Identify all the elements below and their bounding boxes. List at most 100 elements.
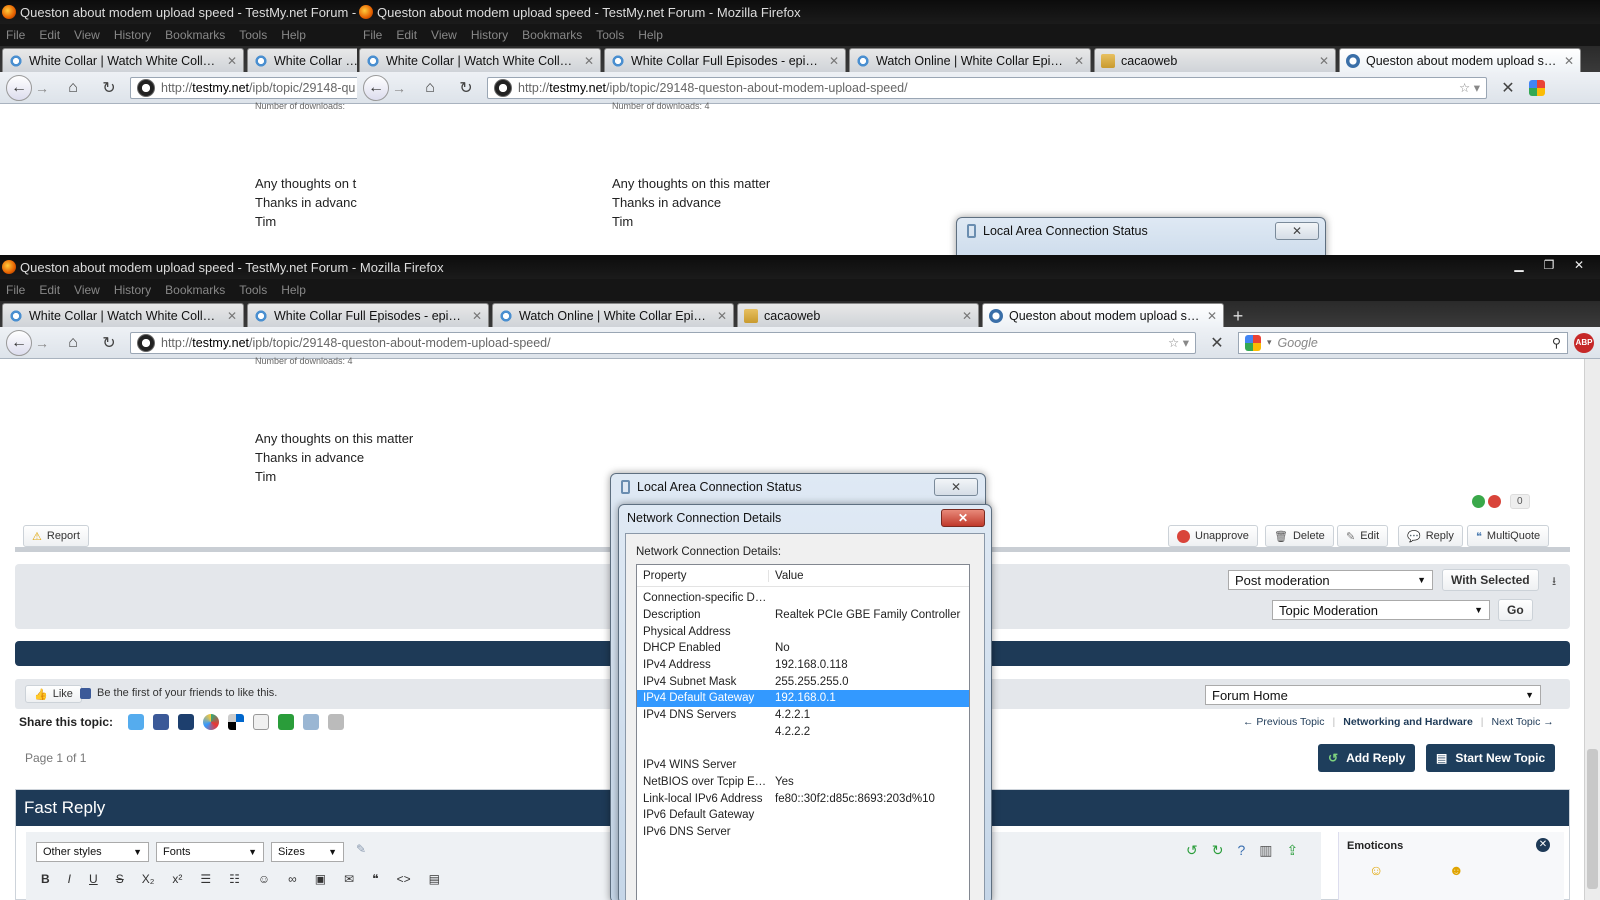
- details-row[interactable]: Physical Address: [637, 623, 969, 640]
- tab[interactable]: White Collar Full: [247, 48, 367, 72]
- bullet-list-icon[interactable]: ☰: [200, 872, 211, 886]
- menu-history[interactable]: History: [114, 28, 151, 42]
- menu-history[interactable]: History: [114, 283, 151, 297]
- close-icon[interactable]: ✕: [962, 309, 972, 323]
- details-row[interactable]: IPv4 Subnet Mask 255.255.255.0: [637, 673, 969, 690]
- smiley-icon[interactable]: ☺: [1369, 862, 1383, 878]
- tab[interactable]: Watch Online | White Collar Episodes... …: [849, 48, 1091, 72]
- tab[interactable]: cacaoweb ✕: [1094, 48, 1336, 72]
- underline-icon[interactable]: U: [89, 872, 98, 886]
- details-row[interactable]: NetBIOS over Tcpip En... Yes: [637, 774, 969, 791]
- redo-icon[interactable]: ↻: [1212, 842, 1224, 859]
- close-icon[interactable]: ✕: [1536, 838, 1550, 852]
- menu-help[interactable]: Help: [281, 283, 306, 297]
- facebook-icon[interactable]: [153, 714, 170, 730]
- menu-history[interactable]: History: [471, 28, 508, 42]
- stop-button[interactable]: ✕: [1493, 76, 1523, 100]
- home-button[interactable]: ⌂: [415, 76, 445, 100]
- undo-icon[interactable]: ↺: [1186, 842, 1198, 859]
- column-value[interactable]: Value: [769, 570, 804, 582]
- like-button[interactable]: 👍 Like: [25, 685, 82, 703]
- tab-active[interactable]: Queston about modem upload spee... ✕: [1339, 48, 1581, 72]
- details-row[interactable]: IPv6 Default Gateway: [637, 807, 969, 824]
- forum-jump-select[interactable]: Forum Home ▼: [1205, 685, 1541, 705]
- adblock-icon[interactable]: ABP: [1574, 332, 1594, 353]
- reload-button[interactable]: ↻: [94, 331, 124, 355]
- add-reply-button[interactable]: ↺ Add Reply: [1318, 744, 1416, 772]
- menu-bookmarks[interactable]: Bookmarks: [165, 28, 225, 42]
- menu-tools[interactable]: Tools: [596, 28, 624, 42]
- menu-view[interactable]: View: [74, 28, 100, 42]
- menu-help[interactable]: Help: [281, 28, 306, 42]
- delete-button[interactable]: 🗑 Delete: [1265, 525, 1334, 547]
- go-button[interactable]: Go: [1498, 599, 1533, 621]
- search-bar[interactable]: ▾ Google ⚲: [1238, 331, 1568, 354]
- stop-button[interactable]: ✕: [1202, 331, 1232, 355]
- bold-icon[interactable]: B: [41, 872, 50, 886]
- twitter-icon[interactable]: [128, 714, 145, 730]
- back-button[interactable]: ←: [6, 329, 32, 356]
- subscript-icon[interactable]: X₂: [142, 872, 155, 886]
- menu-view[interactable]: View: [431, 28, 457, 42]
- details-row[interactable]: IPv4 Address 192.168.0.118: [637, 657, 969, 674]
- topic-moderation-select[interactable]: Topic Moderation ▼: [1272, 600, 1490, 620]
- tab[interactable]: White Collar | Watch White Collar onl...…: [2, 48, 244, 72]
- styles-select[interactable]: Other styles ▼: [36, 842, 149, 862]
- details-row[interactable]: 4.2.2.2: [637, 724, 969, 741]
- with-selected-button[interactable]: With Selected: [1442, 569, 1539, 591]
- details-row[interactable]: IPv6 DNS Server: [637, 824, 969, 841]
- media-icon[interactable]: ▤: [429, 872, 440, 886]
- fonts-select[interactable]: Fonts ▼: [156, 842, 264, 862]
- print-icon[interactable]: [303, 714, 320, 730]
- tab[interactable]: White Collar Full Episodes - episode ...…: [247, 303, 489, 327]
- next-topic-link[interactable]: Next Topic →: [1492, 716, 1554, 728]
- details-row[interactable]: Link-local IPv6 Address fe80::30f2:d85c:8…: [637, 790, 969, 807]
- italic-icon[interactable]: I: [68, 872, 71, 886]
- toggle-editor-icon[interactable]: ⇪: [1287, 842, 1299, 859]
- menu-tools[interactable]: Tools: [239, 28, 267, 42]
- remove-format-icon[interactable]: ✎: [356, 842, 366, 856]
- close-icon[interactable]: ✕: [1564, 54, 1574, 68]
- minimize-icon[interactable]: ▁: [1508, 258, 1530, 274]
- email-icon[interactable]: ✉: [344, 872, 354, 886]
- tab[interactable]: Watch Online | White Collar Episodes... …: [492, 303, 734, 327]
- menu-bookmarks[interactable]: Bookmarks: [522, 28, 582, 42]
- menu-edit[interactable]: Edit: [39, 28, 60, 42]
- reply-button[interactable]: 💬 Reply: [1398, 525, 1463, 547]
- unapprove-button[interactable]: Unapprove: [1168, 525, 1258, 547]
- superscript-icon[interactable]: x²: [172, 872, 182, 886]
- close-button[interactable]: ✕: [934, 478, 978, 496]
- menu-file[interactable]: File: [363, 28, 382, 42]
- reddit-icon[interactable]: [253, 714, 270, 730]
- close-icon[interactable]: ✕: [1207, 309, 1217, 323]
- close-icon[interactable]: ✕: [1074, 54, 1084, 68]
- tab[interactable]: White Collar | Watch White Collar onl...…: [359, 48, 601, 72]
- digg-icon[interactable]: [178, 714, 195, 730]
- image-icon[interactable]: ▣: [315, 872, 326, 886]
- rep-up-icon[interactable]: [1472, 495, 1485, 508]
- back-button[interactable]: ←: [363, 74, 389, 101]
- details-listview[interactable]: Property Value Connection-specific DN...…: [636, 564, 970, 900]
- code-icon[interactable]: <>: [397, 872, 411, 886]
- details-row[interactable]: Connection-specific DN...: [637, 590, 969, 607]
- multiquote-button[interactable]: ❝ MultiQuote: [1467, 525, 1550, 547]
- menu-edit[interactable]: Edit: [39, 283, 60, 297]
- maximize-icon[interactable]: ❐: [1538, 258, 1560, 274]
- column-property[interactable]: Property: [637, 569, 769, 582]
- forward-button[interactable]: →: [389, 80, 409, 96]
- scrollbar-thumb[interactable]: [1587, 749, 1598, 889]
- reload-button[interactable]: ↻: [94, 76, 124, 100]
- close-icon[interactable]: ✕: [227, 309, 237, 323]
- close-icon[interactable]: ✕: [472, 309, 482, 323]
- menu-file[interactable]: File: [6, 283, 25, 297]
- edit-button[interactable]: ✎ Edit: [1337, 525, 1389, 547]
- quote-icon[interactable]: ❝: [372, 872, 378, 886]
- close-icon[interactable]: ✕: [717, 309, 727, 323]
- bookmark-star-icon[interactable]: ☆ ▾: [1168, 335, 1189, 350]
- strike-icon[interactable]: S: [116, 872, 124, 886]
- numbered-list-icon[interactable]: ☷: [229, 872, 240, 886]
- google-icon[interactable]: [1529, 79, 1545, 96]
- details-row[interactable]: Description Realtek PCIe GBE Family Contr…: [637, 607, 969, 624]
- close-button[interactable]: ✕: [1275, 222, 1319, 240]
- sizes-select[interactable]: Sizes ▼: [271, 842, 344, 862]
